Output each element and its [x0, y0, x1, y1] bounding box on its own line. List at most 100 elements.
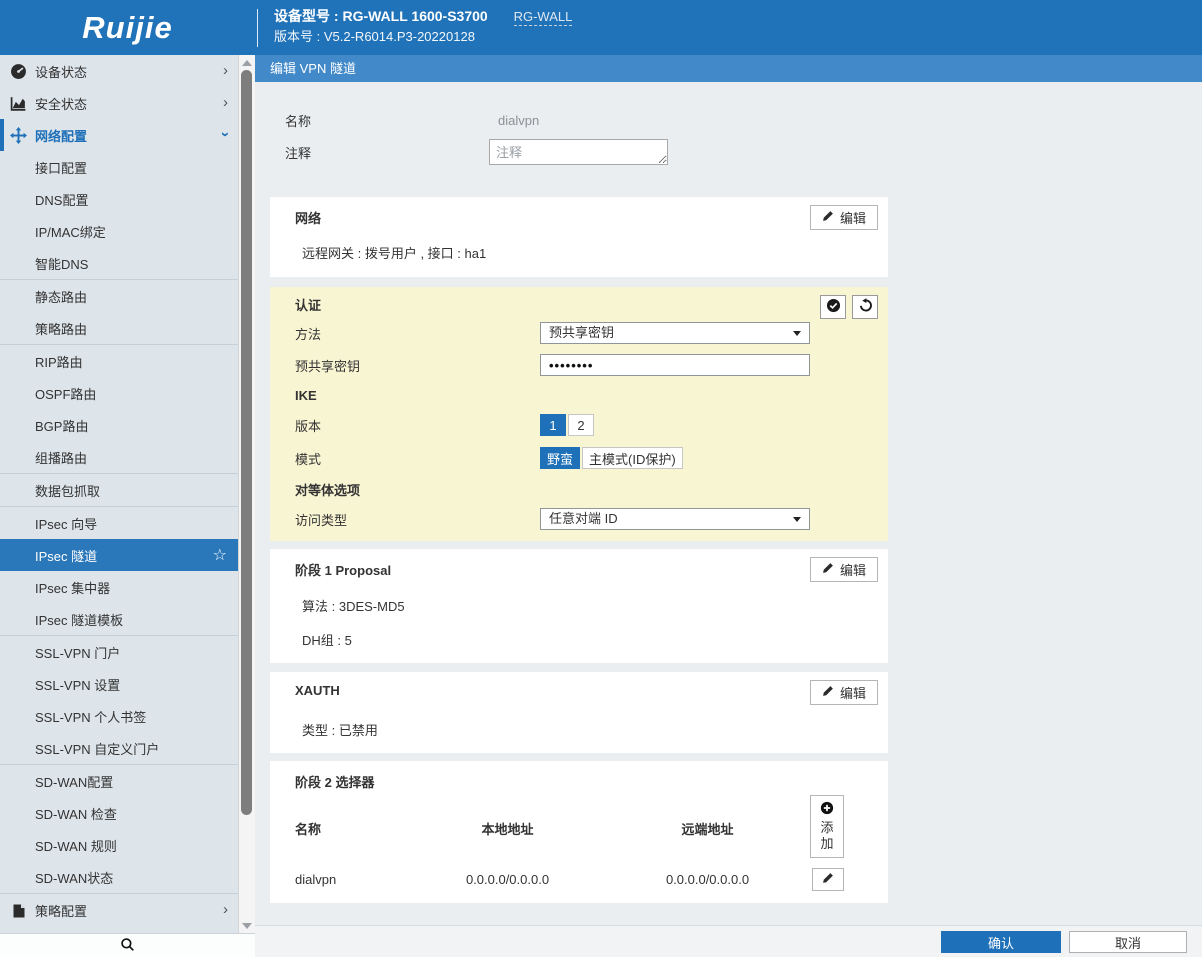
access-type-select[interactable]: 任意对端 ID — [540, 508, 810, 530]
sidebar-item-ip-mac-binding[interactable]: IP/MAC绑定 — [0, 215, 239, 247]
auth-section: 认证 方法 预共享密钥 — [270, 287, 888, 541]
area-chart-icon — [10, 95, 27, 112]
mode-aggressive-button[interactable]: 野蛮 — [540, 447, 580, 469]
pencil-icon — [822, 562, 834, 577]
sidebar-item-ipsec-tunnel[interactable]: IPsec 隧道 ☆ — [0, 539, 239, 571]
psk-row: 预共享密钥 — [270, 349, 888, 381]
ike-version-row: 版本 1 2 — [270, 409, 888, 441]
chevron-right-icon: › — [223, 95, 228, 110]
ike-version-1-button[interactable]: 1 — [540, 414, 566, 436]
chevron-right-icon: › — [223, 63, 228, 78]
favorite-star-icon[interactable]: ☆ — [213, 545, 227, 565]
sidebar-item-ipsec-tunnel-template[interactable]: IPsec 隧道模板 — [0, 603, 239, 635]
plus-circle-icon — [820, 801, 834, 818]
sidebar-item-sslvpn-custom-portal[interactable]: SSL-VPN 自定义门户 — [0, 732, 239, 764]
sidebar-item-interface-config[interactable]: 接口配置 — [0, 151, 239, 183]
sidebar-item-static-route[interactable]: 静态路由 — [0, 280, 239, 312]
sidebar-item-label: 网络配置 — [35, 126, 87, 145]
sidebar-item-ipsec-wizard[interactable]: IPsec 向导 — [0, 507, 239, 539]
cancel-button[interactable]: 取消 — [1069, 931, 1187, 953]
xauth-edit-button[interactable]: 编辑 — [810, 680, 878, 705]
version-label: 版本 — [295, 416, 540, 435]
apply-section-button[interactable] — [820, 295, 846, 319]
comment-input[interactable] — [489, 139, 668, 165]
phase2-row-local: 0.0.0.0/0.0.0.0 — [415, 872, 600, 887]
name-row: 名称 dialvpn — [255, 104, 1202, 136]
network-section-title: 网络 — [295, 208, 321, 227]
sidebar-item-sslvpn-portal[interactable]: SSL-VPN 门户 — [0, 636, 239, 668]
sidebar-item-sdwan-rules[interactable]: SD-WAN 规则 — [0, 829, 239, 861]
phase2-section-title: 阶段 2 选择器 — [295, 772, 374, 791]
phase2-add-button[interactable]: 添加 — [810, 795, 844, 858]
sidebar-item-label: 策略配置 — [35, 901, 87, 920]
ike-version-toggle: 1 2 — [540, 414, 594, 436]
confirm-button[interactable]: 确认 — [941, 931, 1061, 953]
gauge-icon — [10, 63, 27, 80]
sidebar-item-rip-route[interactable]: RIP路由 — [0, 345, 239, 377]
sidebar-item-dns-config[interactable]: DNS配置 — [0, 183, 239, 215]
move-arrows-icon — [10, 127, 27, 144]
scrollbar-thumb[interactable] — [241, 70, 252, 815]
sidebar-item-packet-capture[interactable]: 数据包抓取 — [0, 474, 239, 506]
ike-heading: IKE — [270, 381, 888, 409]
psk-label: 预共享密钥 — [295, 356, 540, 375]
network-section: 网络 编辑 远程网关 : 拨号用户 , 接口 : ha1 — [270, 197, 888, 277]
revert-section-button[interactable] — [852, 295, 878, 319]
xauth-type: 类型 : 已禁用 — [302, 720, 378, 739]
auth-section-actions — [820, 295, 878, 319]
phase2-section: 阶段 2 选择器 名称 本地地址 远端地址 添加 dialvpn 0.0.0.0… — [270, 761, 888, 903]
tunnel-name-value: dialvpn — [489, 113, 539, 128]
sidebar-item-sslvpn-bookmarks[interactable]: SSL-VPN 个人书签 — [0, 700, 239, 732]
phase2-row-name: dialvpn — [295, 872, 336, 887]
sidebar-item-sdwan-status[interactable]: SD-WAN状态 — [0, 861, 239, 893]
sidebar-item-security-status[interactable]: 安全状态 › — [0, 87, 239, 119]
sidebar-item-ipsec-concentrator[interactable]: IPsec 集中器 — [0, 571, 239, 603]
sidebar-item-ospf-route[interactable]: OSPF路由 — [0, 377, 239, 409]
ruijie-logo: Ruijie — [0, 0, 255, 55]
sidebar-item-sslvpn-settings[interactable]: SSL-VPN 设置 — [0, 668, 239, 700]
sidebar-item-network-config[interactable]: 网络配置 › — [0, 119, 239, 151]
method-select[interactable]: 预共享密钥 — [540, 322, 810, 344]
sidebar-item-policy-config[interactable]: 策略配置 › — [0, 894, 239, 926]
sidebar-item-device-status[interactable]: 设备状态 › — [0, 55, 239, 87]
comment-label: 注释 — [285, 143, 489, 162]
device-name-link[interactable]: RG-WALL — [514, 9, 573, 26]
sidebar-item-bgp-route[interactable]: BGP路由 — [0, 409, 239, 441]
phase2-header-name: 名称 — [295, 819, 321, 838]
mode-main-button[interactable]: 主模式(ID保护) — [582, 447, 683, 469]
sidebar-search-bar[interactable] — [0, 933, 255, 957]
network-edit-button[interactable]: 编辑 — [810, 205, 878, 230]
name-label: 名称 — [285, 111, 489, 130]
sidebar-item-sdwan-check[interactable]: SD-WAN 检查 — [0, 797, 239, 829]
pencil-icon — [822, 685, 834, 700]
method-row: 方法 预共享密钥 — [270, 317, 888, 349]
psk-input[interactable] — [540, 354, 810, 376]
sidebar-item-label: 设备状态 — [35, 62, 87, 81]
comment-row: 注释 — [255, 136, 1202, 168]
sidebar-item-smart-dns[interactable]: 智能DNS — [0, 247, 239, 279]
network-summary: 远程网关 : 拨号用户 , 接口 : ha1 — [302, 243, 486, 262]
scroll-down-arrow[interactable] — [242, 923, 252, 929]
ike-version-2-button[interactable]: 2 — [568, 414, 594, 436]
phase2-row-remote: 0.0.0.0/0.0.0.0 — [615, 872, 800, 887]
edit-vpn-form: 名称 dialvpn 注释 网络 编辑 远程网关 : 拨号用户 , 接口 : h… — [255, 82, 1202, 903]
sidebar-item-sdwan-config[interactable]: SD-WAN配置 — [0, 765, 239, 797]
scroll-up-arrow[interactable] — [242, 60, 252, 66]
method-label: 方法 — [295, 324, 540, 343]
sidebar: 设备状态 › 安全状态 › 网络配置 › 接口配置 DNS配置 IP/MAC绑定… — [0, 55, 255, 934]
xauth-section-title: XAUTH — [295, 683, 340, 698]
mode-label: 模式 — [295, 449, 540, 468]
chevron-down-icon: › — [218, 132, 233, 137]
search-icon — [120, 937, 135, 955]
access-type-label: 访问类型 — [295, 510, 540, 529]
sidebar-item-multicast-route[interactable]: 组播路由 — [0, 441, 239, 473]
sidebar-scrollbar[interactable] — [238, 55, 255, 934]
phase2-row-edit-button[interactable] — [812, 868, 844, 891]
chevron-down-icon — [793, 331, 801, 336]
undo-icon — [858, 298, 873, 316]
phase2-header-local: 本地地址 — [415, 819, 600, 838]
sidebar-item-policy-route[interactable]: 策略路由 — [0, 312, 239, 344]
phase1-edit-button[interactable]: 编辑 — [810, 557, 878, 582]
chevron-right-icon: › — [223, 902, 228, 917]
phase1-dh-group: DH组 : 5 — [302, 630, 352, 649]
